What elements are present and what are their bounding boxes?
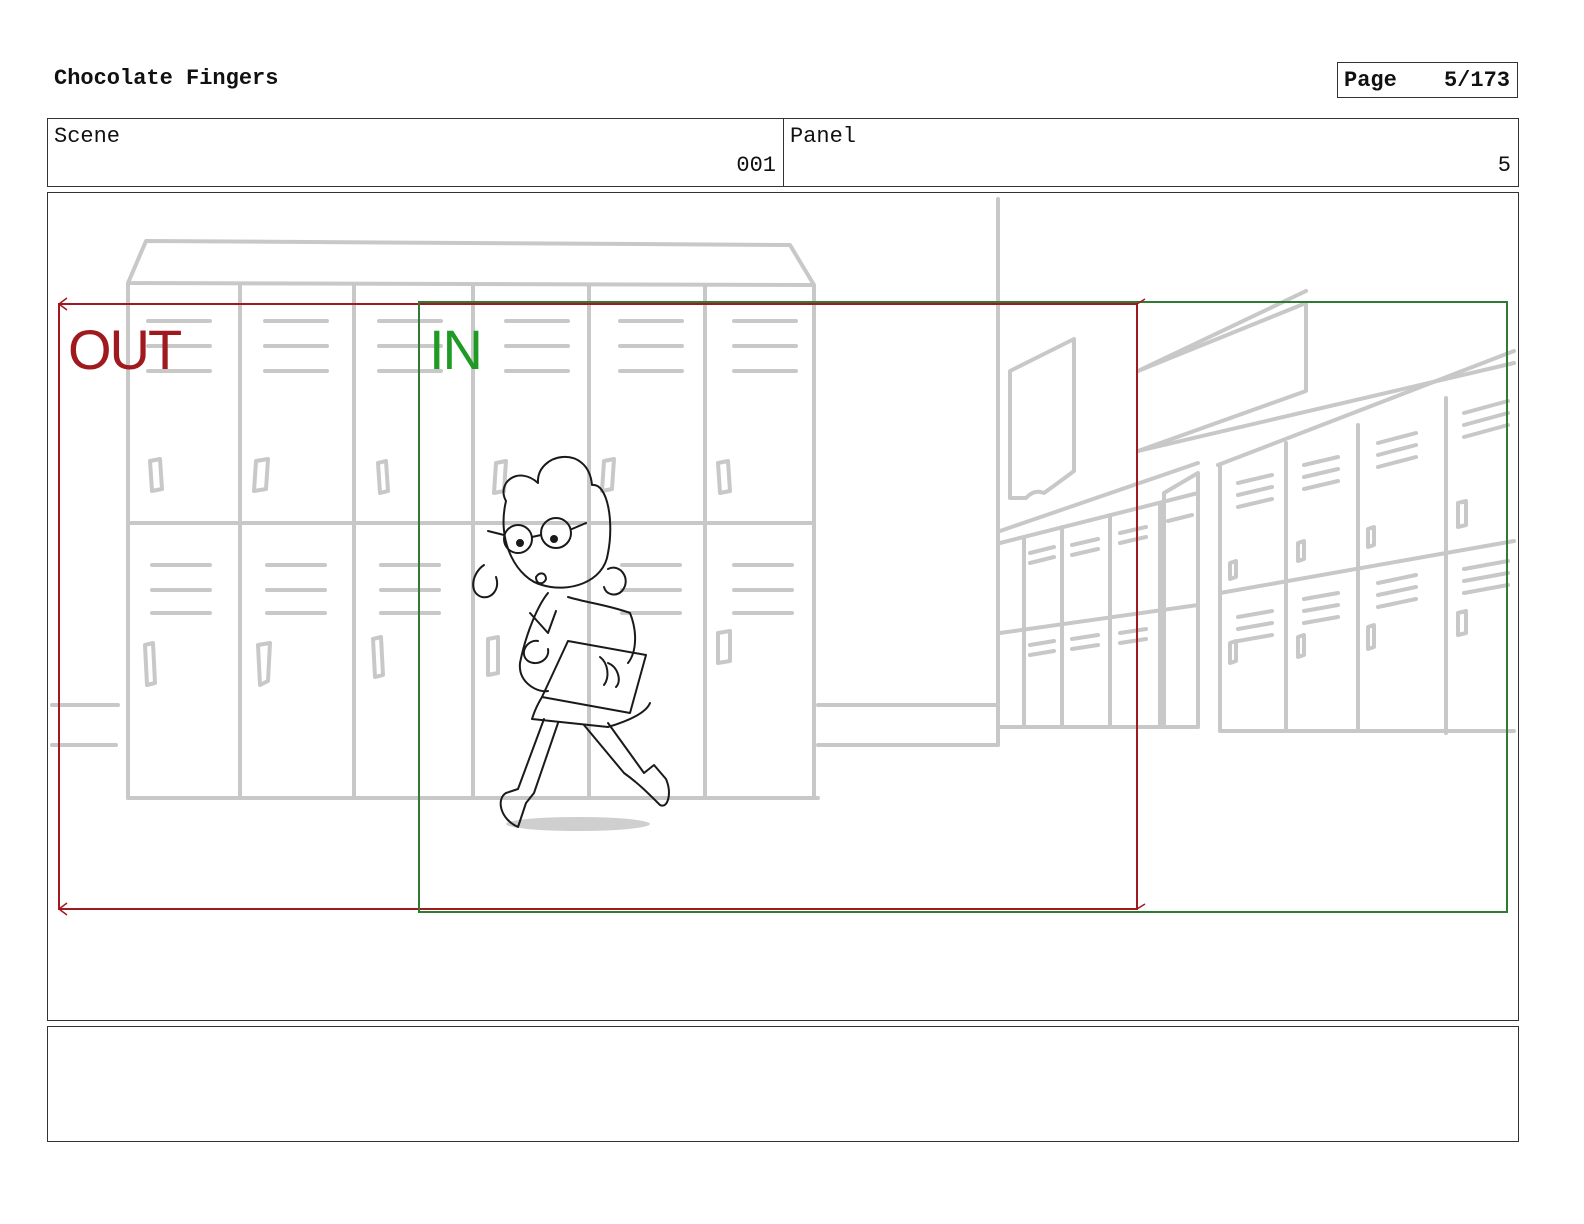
scene-label: Scene (54, 124, 121, 149)
page-label: Page (1344, 68, 1397, 93)
panel-sketch (50, 197, 1516, 916)
scene-panel-info: Scene 001 Panel 5 (47, 118, 1519, 187)
background-lockers-sketch (50, 197, 1516, 800)
panel-number: 5 (1497, 153, 1511, 178)
scene-cell: Scene 001 (48, 119, 784, 186)
character-sketch (472, 456, 670, 831)
page-indicator: Page 5/173 (1337, 62, 1518, 98)
panel-label: Panel (790, 124, 857, 149)
page-number: 5/173 (1443, 68, 1510, 93)
in-frame-label: IN (429, 318, 483, 381)
storyboard-title: Chocolate Fingers (54, 66, 279, 91)
out-frame-label: OUT (68, 318, 182, 381)
panel-notes (47, 1026, 1519, 1142)
panel-frame: OUT IN (47, 192, 1519, 1021)
scene-number: 001 (736, 153, 776, 178)
panel-cell: Panel 5 (784, 119, 1518, 186)
